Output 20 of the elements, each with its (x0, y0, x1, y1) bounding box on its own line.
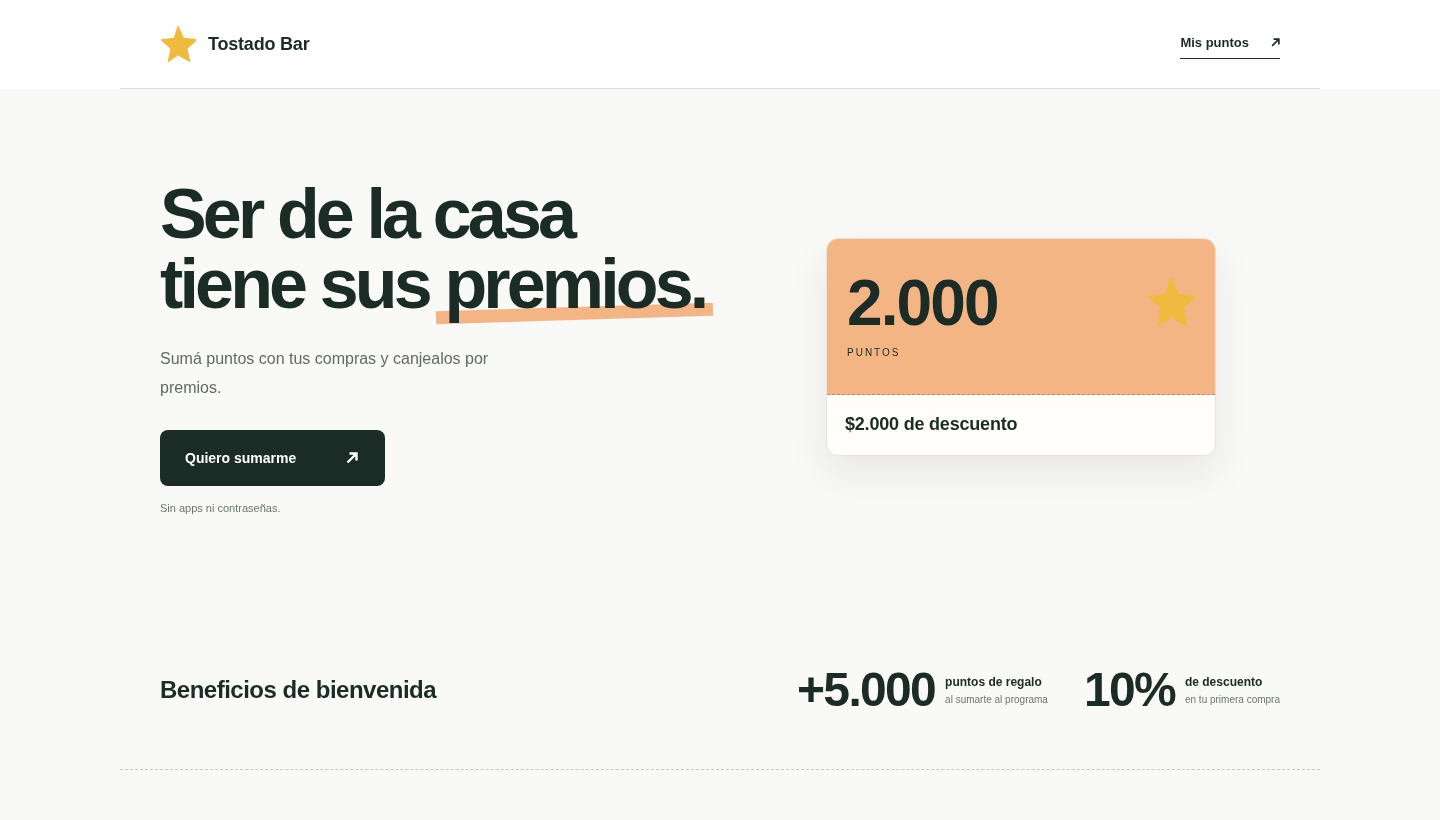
stat-label: de descuento (1184, 674, 1264, 689)
points-value: 2.000 (847, 271, 998, 335)
hero-note: Sin apps ni contraseñas. (160, 501, 281, 515)
benefits-title: Beneficios de bienvenida (160, 676, 437, 704)
points-unit: PUNTOS (847, 347, 902, 359)
arrow-icon (346, 452, 358, 464)
stat-value: +5.000 (797, 665, 936, 715)
reward-text: $2.000 de descuento (845, 414, 1018, 434)
mis-puntos-link[interactable]: Mis puntos (1180, 35, 1280, 59)
stat-value: 10% (1083, 665, 1175, 715)
star-icon (1147, 278, 1195, 326)
brand-name: Tostado Bar (208, 33, 310, 55)
arrow-icon (1271, 38, 1280, 47)
hero-headline: Ser de la casa tiene sus premios. (160, 179, 730, 327)
join-button[interactable]: Quiero sumarme (160, 430, 385, 486)
stat-label: puntos de regalo (945, 674, 1043, 689)
stat-detail: al sumarte al programa (945, 693, 1048, 706)
hero-subtitle: Sumá puntos con tus compras y canjealos por premios. (160, 349, 490, 398)
star-icon (160, 26, 196, 62)
stat-detail: en tu primera compra (1184, 693, 1280, 706)
